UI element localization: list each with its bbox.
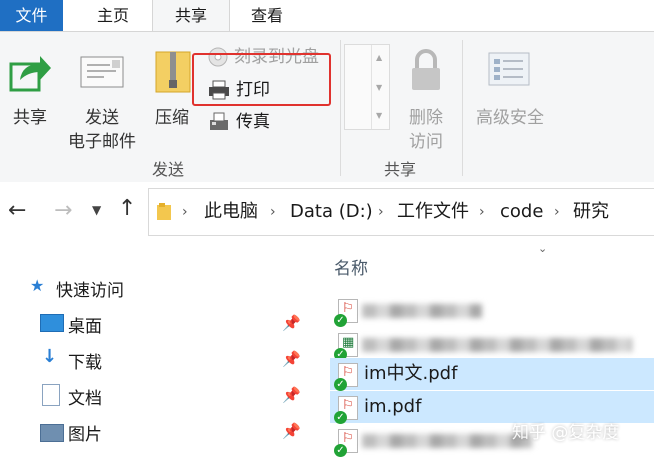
nav-quick-access[interactable]: 快速访问 (56, 276, 124, 301)
address-bar[interactable]: › 此电脑 › Data (D:) › 工作文件 › code › 研究 (148, 188, 654, 236)
pin-icon[interactable]: 📌 (282, 386, 301, 404)
download-arrow-icon: ↓ (42, 346, 58, 367)
file-row[interactable]: ⚐ ✓ (330, 294, 654, 327)
fax-icon (210, 112, 228, 130)
name-column-header[interactable]: 名称 (334, 254, 368, 279)
print-highlight-box (192, 53, 331, 106)
redacted-filename (362, 338, 632, 352)
breadcrumb-code[interactable]: code (500, 189, 543, 235)
email-button[interactable]: 发送 电子邮件 (62, 42, 142, 152)
group-separator (462, 40, 463, 176)
nav-item-pictures[interactable]: 图片 (68, 420, 102, 445)
breadcrumb-research[interactable]: 研究 (573, 189, 609, 235)
fax-button[interactable]: 传真 (206, 108, 306, 136)
zip-folder-icon (155, 51, 191, 93)
breadcrumb-chevron-icon[interactable]: › (554, 189, 560, 235)
share-with-list[interactable]: ▲ ▼ ▼ (344, 44, 390, 130)
pdf-file-icon: ⚐ ✓ (334, 363, 358, 391)
pin-icon[interactable]: 📌 (282, 422, 301, 440)
back-arrow-icon[interactable]: ← (8, 198, 26, 223)
zip-button[interactable]: 压缩 (148, 42, 196, 152)
share-arrow-icon (9, 56, 51, 92)
pictures-icon (40, 424, 64, 442)
share-button-label: 共享 (13, 108, 47, 128)
security-settings-icon (488, 52, 530, 86)
sort-chevron-icon[interactable]: ⌄ (538, 242, 547, 255)
file-row-selected[interactable]: ⚐ ✓ im中文.pdf (330, 358, 654, 391)
scroll-up-icon[interactable]: ▲ (376, 53, 382, 62)
breadcrumb-chevron-icon[interactable]: › (479, 189, 485, 235)
pin-icon[interactable]: 📌 (282, 314, 301, 332)
share-button[interactable]: 共享 (4, 42, 56, 142)
ribbon-tab-bar: 文件 主页 共享 查看 (0, 0, 654, 32)
up-arrow-icon[interactable]: ↑ (118, 196, 136, 221)
pdf-file-icon: ⚐ ✓ (334, 429, 358, 457)
lock-icon (412, 49, 440, 90)
redacted-filename (362, 434, 532, 448)
forward-arrow-icon[interactable]: → (54, 198, 72, 223)
pdf-file-icon: ⚐ ✓ (334, 299, 358, 327)
tab-view[interactable]: 查看 (236, 0, 298, 31)
recent-locations-chevron-icon[interactable]: ▼ (92, 203, 101, 217)
spreadsheet-file-icon: ▦ ✓ (334, 333, 358, 361)
ribbon-panel: 共享 发送 电子邮件 压缩 刻录到光盘 打印 传真 发送 ▲ ▼ ▼ 删除 访问… (0, 31, 654, 183)
star-icon: ★ (30, 276, 45, 295)
send-group-label: 发送 (151, 160, 184, 179)
watermark-text: 知乎 @复杂度 (512, 423, 620, 443)
share-group-label: 共享 (383, 160, 416, 179)
folder-icon (157, 203, 171, 220)
remove-access-label-line1: 删除 (409, 108, 443, 128)
file-name: im.pdf (364, 396, 422, 417)
more-icon[interactable]: ▼ (376, 111, 382, 120)
breadcrumb-drive[interactable]: Data (D:) (290, 189, 373, 235)
redacted-filename (362, 304, 482, 318)
remove-access-label-line2: 访问 (409, 132, 443, 152)
file-row[interactable]: ▦ ✓ (330, 328, 654, 361)
email-label-line1: 发送 (85, 108, 119, 128)
file-name: im中文.pdf (364, 363, 458, 384)
nav-item-desktop[interactable]: 桌面 (68, 312, 102, 337)
tab-share[interactable]: 共享 (152, 0, 230, 32)
tab-file[interactable]: 文件 (0, 0, 63, 31)
breadcrumb-work-files[interactable]: 工作文件 (397, 189, 469, 235)
breadcrumb-chevron-icon[interactable]: › (270, 189, 276, 235)
breadcrumb-this-pc[interactable]: 此电脑 (204, 189, 258, 235)
email-label-line2: 电子邮件 (68, 132, 136, 152)
advanced-security-label: 高级安全 (476, 108, 544, 128)
zip-label: 压缩 (155, 108, 189, 128)
documents-icon (42, 384, 60, 406)
advanced-security-button[interactable]: 高级安全 (468, 42, 552, 152)
remove-access-button[interactable]: 删除 访问 (398, 42, 454, 152)
desktop-icon (40, 314, 64, 332)
navigation-pane: ★ 快速访问 桌面 📌 ↓ 下载 📌 文档 📌 图片 📌 (0, 244, 312, 458)
share-list-scrollbar[interactable]: ▲ ▼ ▼ (371, 45, 389, 129)
pin-icon[interactable]: 📌 (282, 350, 301, 368)
nav-item-downloads[interactable]: 下载 (68, 348, 102, 373)
breadcrumb-chevron-icon[interactable]: › (182, 189, 188, 235)
fax-label: 传真 (236, 112, 270, 132)
envelope-icon (80, 56, 124, 88)
breadcrumb-chevron-icon[interactable]: › (378, 189, 384, 235)
tab-home[interactable]: 主页 (80, 0, 146, 31)
pdf-file-icon: ⚐ ✓ (334, 396, 358, 424)
nav-item-documents[interactable]: 文档 (68, 384, 102, 409)
scroll-down-icon[interactable]: ▼ (376, 83, 382, 92)
